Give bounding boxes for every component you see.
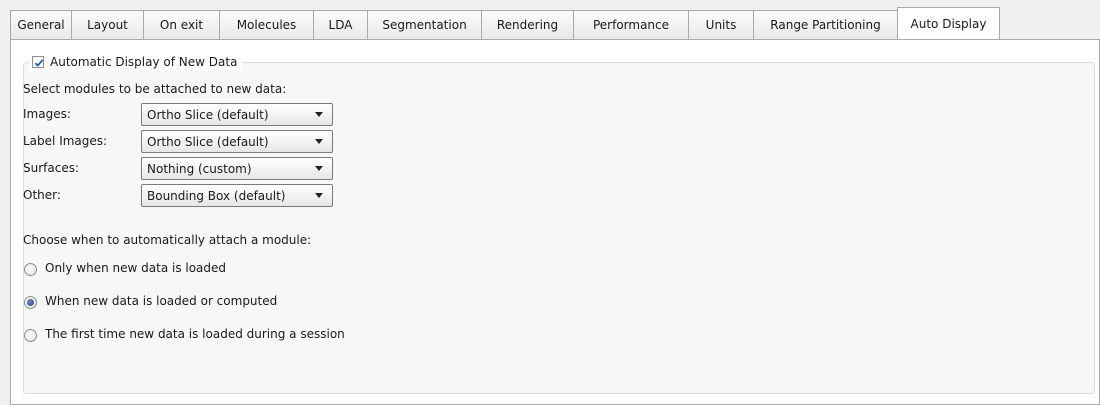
auto-display-checkbox[interactable] xyxy=(32,56,44,68)
checkmark-icon xyxy=(34,59,44,67)
auto-display-checkbox-label: Automatic Display of New Data xyxy=(50,55,238,69)
chevron-down-icon xyxy=(315,166,323,171)
tab-molecules[interactable]: Molecules xyxy=(219,10,313,39)
images-label: Images: xyxy=(23,107,71,121)
tab-units[interactable]: Units xyxy=(688,10,753,39)
images-module-value: Ortho Slice (default) xyxy=(147,107,269,122)
tab-rendering[interactable]: Rendering xyxy=(481,10,573,39)
tab-auto-display[interactable]: Auto Display xyxy=(897,7,1000,39)
radio-first-time-session-label[interactable]: The first time new data is loaded during… xyxy=(45,327,345,341)
when-heading: Choose when to automatically attach a mo… xyxy=(23,233,312,247)
surfaces-module-select[interactable]: Nothing (custom) xyxy=(141,157,333,180)
modules-heading: Select modules to be attached to new dat… xyxy=(23,82,287,96)
chevron-down-icon xyxy=(315,112,323,117)
tab-on-exit[interactable]: On exit xyxy=(143,10,219,39)
label-images-module-select[interactable]: Ortho Slice (default) xyxy=(141,130,333,153)
tab-layout[interactable]: Layout xyxy=(71,10,143,39)
tab-performance[interactable]: Performance xyxy=(573,10,688,39)
radio-only-when-loaded-label[interactable]: Only when new data is loaded xyxy=(45,261,226,275)
label-images-label: Label Images: xyxy=(23,134,108,148)
auto-display-panel: Automatic Display of New Data Select mod… xyxy=(10,39,1100,405)
surfaces-module-value: Nothing (custom) xyxy=(147,161,252,176)
surfaces-label: Surfaces: xyxy=(23,161,80,175)
chevron-down-icon xyxy=(315,193,323,198)
radio-first-time-session[interactable] xyxy=(24,329,37,342)
label-images-module-value: Ortho Slice (default) xyxy=(147,134,269,149)
tab-bar: General Layout On exit Molecules LDA Seg… xyxy=(10,7,1000,39)
other-module-select[interactable]: Bounding Box (default) xyxy=(141,184,333,207)
auto-display-checkbox-row[interactable]: Automatic Display of New Data xyxy=(29,53,243,71)
tab-segmentation[interactable]: Segmentation xyxy=(367,10,481,39)
other-label: Other: xyxy=(23,188,61,202)
tab-lda[interactable]: LDA xyxy=(313,10,367,39)
radio-only-when-loaded[interactable] xyxy=(24,263,37,276)
tab-range-partitioning[interactable]: Range Partitioning xyxy=(753,10,897,39)
radio-loaded-or-computed-label[interactable]: When new data is loaded or computed xyxy=(45,294,277,308)
chevron-down-icon xyxy=(315,139,323,144)
images-module-select[interactable]: Ortho Slice (default) xyxy=(141,103,333,126)
radio-loaded-or-computed[interactable] xyxy=(24,296,37,309)
other-module-value: Bounding Box (default) xyxy=(147,188,286,203)
tab-general[interactable]: General xyxy=(10,10,71,39)
